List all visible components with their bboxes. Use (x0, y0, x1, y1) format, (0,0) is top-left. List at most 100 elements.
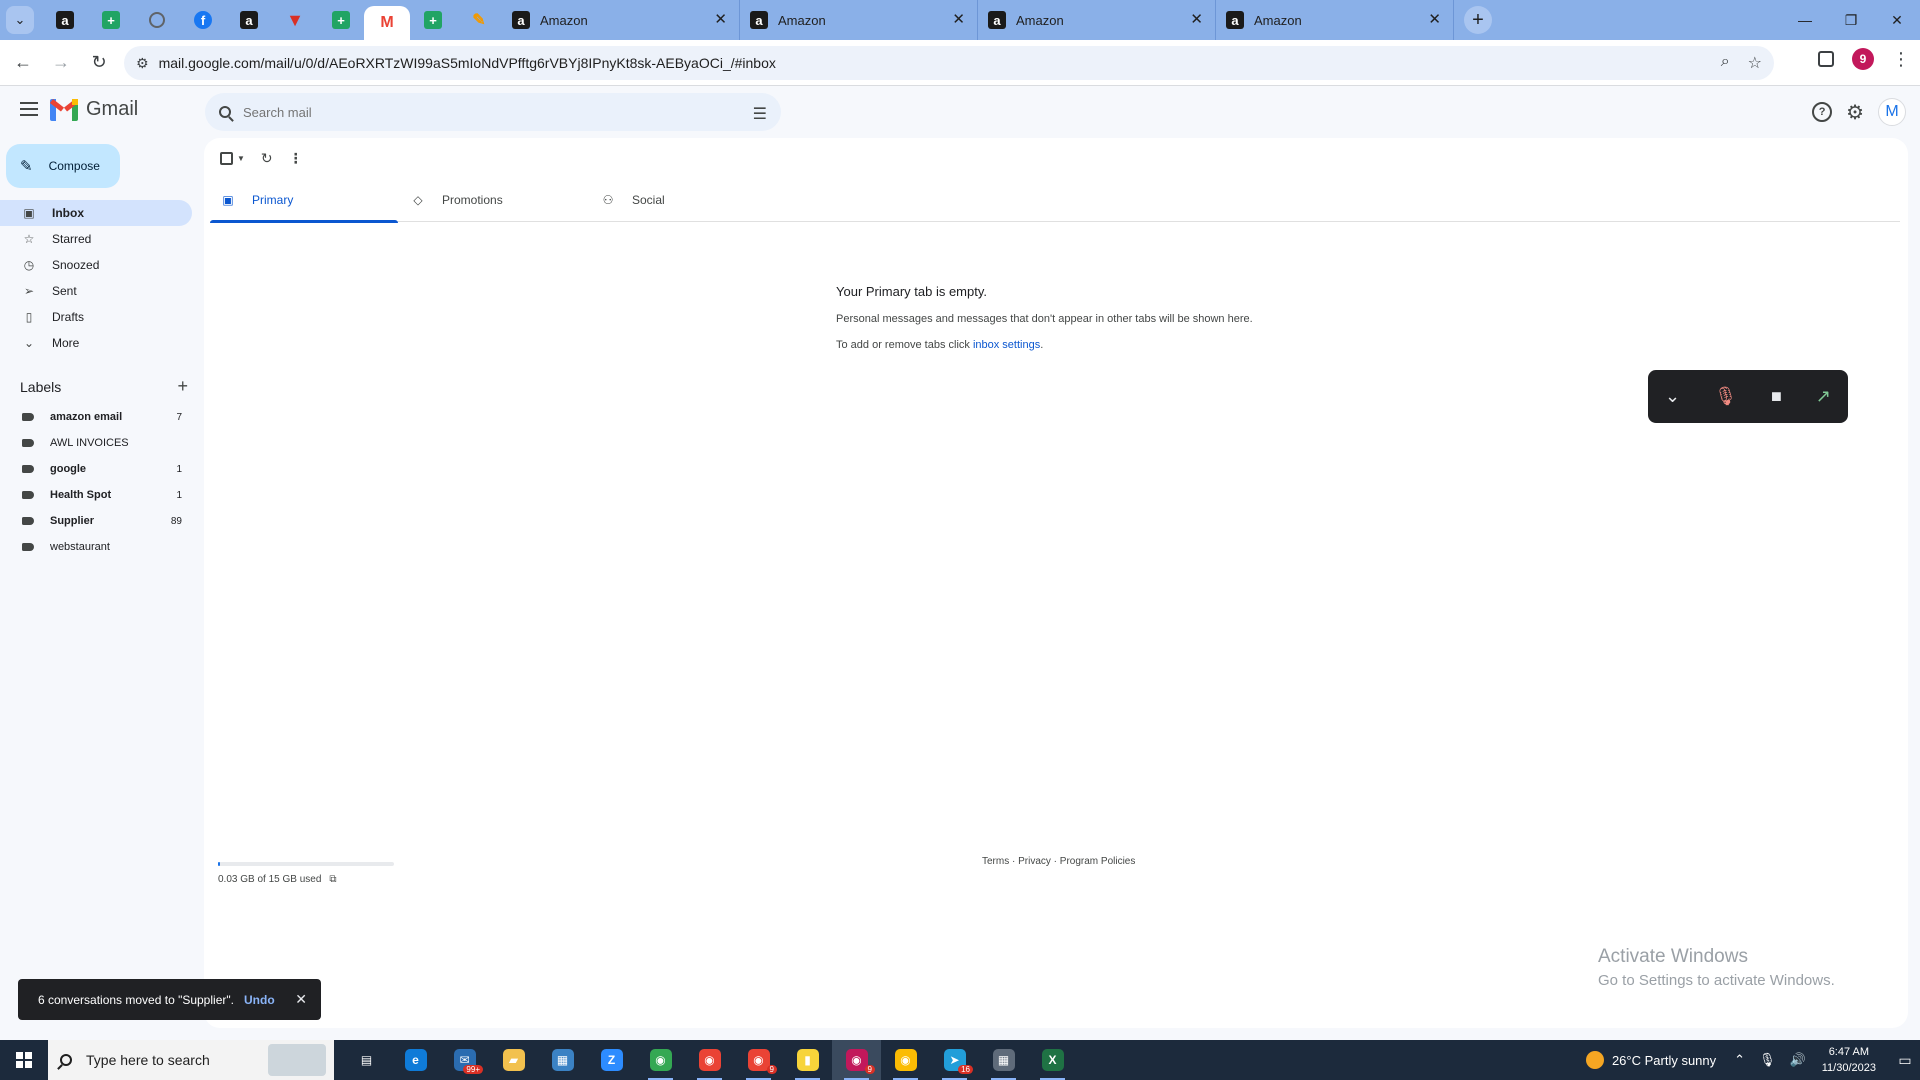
label-item[interactable]: google 1 (0, 456, 192, 482)
pinned-tab[interactable]: + (318, 0, 364, 40)
tab-social[interactable]: ⚇ Social (590, 178, 780, 222)
tab-search-chevron-icon[interactable]: ⌄ (6, 6, 34, 34)
search-input[interactable] (243, 104, 723, 120)
sidebar-item-inbox[interactable]: ▣ Inbox (0, 200, 192, 226)
label-item[interactable]: Health Spot 1 (0, 482, 192, 508)
collapse-chevron-icon[interactable]: ⌄ (1665, 386, 1680, 407)
browser-tab[interactable]: a Amazon ✕ (740, 0, 978, 40)
sidebar-item-drafts[interactable]: ▯ Drafts (0, 304, 192, 330)
speaker-icon[interactable]: 🔊 (1790, 1052, 1806, 1068)
taskbar-app[interactable]: ◉ 9 (832, 1040, 881, 1080)
notifications-icon[interactable]: ▭ (1890, 1040, 1920, 1080)
site-info-icon[interactable]: ⚙ (136, 55, 149, 72)
browser-profile-avatar[interactable]: 9 (1852, 48, 1874, 70)
close-tab-icon[interactable]: ✕ (714, 10, 727, 28)
main-menu-icon[interactable] (20, 102, 38, 116)
back-arrow-icon[interactable]: ← (8, 48, 38, 78)
pinned-tab[interactable]: M (364, 6, 410, 40)
close-snackbar-icon[interactable]: ✕ (295, 991, 307, 1008)
support-help-icon[interactable]: ? (1812, 102, 1833, 122)
bookmark-star-icon[interactable]: ☆ (1748, 53, 1762, 73)
inbox-settings-link[interactable]: inbox settings (973, 339, 1040, 351)
sidebar-item-snoozed[interactable]: ◷ Snoozed (0, 252, 192, 278)
taskbar-app[interactable]: ◉ (881, 1040, 930, 1080)
browser-tab[interactable]: a Amazon ✕ (1216, 0, 1454, 40)
settings-gear-icon[interactable]: ⚙ (1846, 100, 1864, 125)
restore-icon[interactable]: ❐ (1828, 0, 1874, 40)
pinned-tab[interactable]: + (410, 0, 456, 40)
browser-tab[interactable]: a Amazon ✕ (978, 0, 1216, 40)
pinned-tab[interactable]: ✎ (456, 0, 502, 40)
sidebar-item-starred[interactable]: ☆ Starred (0, 226, 192, 252)
address-bar[interactable]: ⚙ mail.google.com/mail/u/0/d/AEoRXRTzWI9… (124, 46, 1774, 80)
account-avatar[interactable]: M (1878, 98, 1906, 126)
tag-icon: ◇ (413, 193, 423, 207)
taskbar-app[interactable]: ▤ (342, 1040, 391, 1080)
call-widget: ⌄ 🎙 ■ ↗ (1648, 370, 1848, 423)
compose-button[interactable]: ✎ Compose (6, 144, 120, 188)
tab-promotions[interactable]: ◇ Promotions (400, 178, 590, 222)
weather-widget[interactable]: 26°C Partly sunny (1585, 1051, 1716, 1069)
video-camera-icon[interactable]: ■ (1771, 386, 1782, 407)
browser-menu-icon[interactable]: ⋮ (1892, 49, 1910, 70)
taskbar-app[interactable]: e (391, 1040, 440, 1080)
taskbar-app[interactable]: ◉ 9 (734, 1040, 783, 1080)
label-item[interactable]: webstaurant (0, 534, 192, 560)
taskbar-app[interactable]: ✉ 99+ (440, 1040, 489, 1080)
taskbar-search[interactable]: Type here to search (48, 1040, 334, 1080)
mic-muted-icon[interactable]: 🎙 (1714, 386, 1737, 407)
start-button[interactable] (0, 1040, 48, 1080)
open-storage-external-icon[interactable]: ⧉ (329, 874, 336, 885)
gmail-logo[interactable]: Gmail (49, 98, 138, 121)
pinned-tab[interactable]: f (180, 0, 226, 40)
microphone-icon[interactable]: 🎙 (1759, 1052, 1776, 1068)
show-hidden-icons-chevron-icon[interactable]: ⌃ (1734, 1052, 1745, 1068)
taskbar-app[interactable]: ➤ 16 (930, 1040, 979, 1080)
zoom-icon: Z (600, 1049, 623, 1071)
zoom-magnifier-icon[interactable]: ⌕ (1721, 53, 1730, 73)
minimize-icon[interactable]: — (1782, 0, 1828, 40)
tab-primary[interactable]: ▣ Primary (210, 178, 400, 223)
label-item[interactable]: Supplier 89 (0, 508, 192, 534)
undo-button[interactable]: Undo (244, 993, 275, 1007)
search-options-icon[interactable]: ☰ (753, 104, 767, 124)
calculator-icon: ▦ (992, 1049, 1015, 1071)
browser-tab[interactable]: a Amazon ✕ (502, 0, 740, 40)
globe-icon (149, 12, 165, 28)
pinned-tab[interactable]: ▼ (272, 0, 318, 40)
search-icon[interactable] (219, 106, 231, 118)
taskbar-app[interactable]: ▦ (538, 1040, 587, 1080)
taskbar-app[interactable]: ▮ (783, 1040, 832, 1080)
reload-icon[interactable]: ↻ (84, 48, 114, 78)
more-options-icon[interactable]: ⋮ (289, 150, 303, 167)
pinned-tab[interactable]: a (42, 0, 88, 40)
close-tab-icon[interactable]: ✕ (952, 10, 965, 28)
refresh-icon[interactable]: ↻ (261, 150, 273, 167)
taskbar-app[interactable]: ▦ (979, 1040, 1028, 1080)
taskbar-app[interactable]: ◉ (636, 1040, 685, 1080)
select-dropdown-caret-icon[interactable]: ▼ (237, 154, 245, 163)
taskbar-clock[interactable]: 6:47 AM 11/30/2023 (1822, 1044, 1876, 1076)
label-item[interactable]: AWL INVOICES (0, 430, 192, 456)
close-tab-icon[interactable]: ✕ (1428, 10, 1441, 28)
labels-list: amazon email 7 AWL INVOICES google 1 Health S… (0, 404, 192, 560)
close-tab-icon[interactable]: ✕ (1190, 10, 1203, 28)
footer-links[interactable]: Terms · Privacy · Program Policies (982, 856, 1135, 867)
label-item[interactable]: amazon email 7 (0, 404, 192, 430)
add-label-plus-icon[interactable]: + (177, 376, 188, 397)
sidebar-item-sent[interactable]: ➢ Sent (0, 278, 192, 304)
select-all-checkbox[interactable] (220, 152, 233, 165)
pinned-tab[interactable]: + (88, 0, 134, 40)
taskbar-app[interactable]: ▰ (489, 1040, 538, 1080)
new-tab-plus-icon[interactable]: + (1464, 6, 1492, 34)
pop-out-icon[interactable]: ↗ (1816, 386, 1831, 407)
pinned-tab[interactable]: a (226, 0, 272, 40)
taskbar-app[interactable]: X (1028, 1040, 1077, 1080)
side-panel-icon[interactable] (1818, 51, 1834, 67)
taskbar-app[interactable]: Z (587, 1040, 636, 1080)
forward-arrow-icon[interactable]: → (46, 48, 76, 78)
sidebar-item-more[interactable]: ⌄ More (0, 330, 192, 356)
close-window-icon[interactable]: ✕ (1874, 0, 1920, 40)
taskbar-app[interactable]: ◉ (685, 1040, 734, 1080)
pinned-tab[interactable] (134, 0, 180, 40)
